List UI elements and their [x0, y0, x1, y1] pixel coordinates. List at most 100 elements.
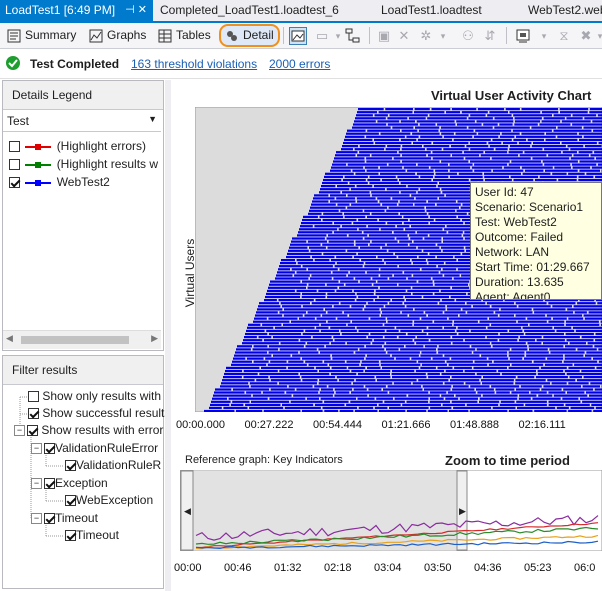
activity-bar — [454, 320, 478, 323]
checkbox[interactable] — [9, 159, 20, 171]
excel-icon[interactable]: ✖ — [579, 29, 593, 43]
delete-icon[interactable]: ✕ — [397, 29, 411, 43]
tab-webtest2[interactable]: WebTest2.web — [528, 0, 602, 21]
checkbox[interactable] — [27, 425, 38, 437]
activity-bar — [517, 320, 547, 323]
activity-bar — [409, 218, 434, 222]
activity-bar — [212, 397, 227, 400]
activity-bar — [327, 320, 351, 323]
filter-tree-button[interactable] — [345, 28, 361, 47]
detail-button[interactable]: Detail — [219, 24, 280, 47]
checkbox[interactable] — [44, 513, 55, 525]
legend-group-dropdown[interactable]: Test ▼ — [3, 111, 161, 132]
collapse-icon[interactable]: − — [14, 425, 25, 437]
activity-bar — [424, 345, 438, 348]
checkbox[interactable] — [9, 141, 20, 153]
checkbox[interactable] — [65, 460, 76, 472]
filter-item[interactable]: − Show results with error — [14, 422, 163, 439]
filter-item[interactable]: Show only results with — [28, 388, 161, 405]
activity-bar — [389, 277, 407, 280]
activity-bar — [302, 218, 321, 222]
compare-icon[interactable]: ⧖ — [557, 29, 571, 43]
pin-icon[interactable]: ⊣ ✕ — [125, 0, 147, 21]
checkbox[interactable] — [28, 391, 39, 403]
report-button[interactable] — [516, 28, 532, 47]
tables-button[interactable]: Tables — [158, 23, 211, 48]
activity-bar — [468, 117, 493, 120]
activity-bar — [253, 360, 269, 363]
checkbox[interactable] — [28, 408, 39, 420]
activity-bar — [325, 308, 363, 311]
horizontal-scrollbar[interactable]: ◀ ▶ — [3, 330, 161, 349]
activity-bar — [470, 114, 486, 117]
filter-item[interactable]: − Timeout — [31, 510, 98, 527]
dropdown-arrow-icon[interactable]: ▾ — [436, 29, 450, 43]
activity-bar — [556, 406, 569, 410]
filter-item[interactable]: ValidationRuleR — [65, 457, 161, 474]
summary-button[interactable]: Summary — [7, 23, 76, 48]
activity-bar — [387, 351, 420, 354]
activity-bar — [349, 181, 368, 185]
checkbox[interactable] — [44, 478, 55, 490]
activity-bar — [443, 237, 464, 240]
dropdown-arrow-icon[interactable]: ▾ — [331, 29, 345, 43]
scroll-thumb[interactable] — [21, 336, 129, 344]
activity-bar — [367, 129, 400, 132]
tab-loadtest-run[interactable]: LoadTest1 [6:49 PM] ⊣ ✕ — [0, 0, 153, 21]
legend-item[interactable]: (Highlight errors) — [9, 137, 146, 155]
tab-completed-loadtest[interactable]: Completed_LoadTest1.loadtest_6 — [160, 0, 339, 21]
baseline-icon[interactable]: ⇵ — [483, 29, 497, 43]
activity-bar — [415, 126, 440, 129]
chart-image-button[interactable] — [289, 27, 307, 45]
activity-bar — [232, 400, 250, 403]
activity-bar — [597, 114, 602, 117]
errors-link[interactable]: 2000 errors — [269, 57, 330, 71]
activity-bar — [262, 391, 285, 394]
activity-bar — [354, 120, 376, 123]
activity-bar — [243, 376, 269, 379]
filter-item[interactable]: WebException — [65, 492, 153, 509]
threshold-violations-link[interactable]: 163 threshold violations — [131, 57, 257, 71]
checkbox[interactable] — [9, 177, 20, 189]
filter-item[interactable]: Timeout — [65, 527, 119, 544]
scroll-right-icon[interactable]: ▶ — [151, 333, 158, 344]
export-icon[interactable]: ▣ — [377, 29, 391, 43]
checkbox[interactable] — [65, 530, 76, 542]
filter-item[interactable]: − Exception — [31, 475, 108, 492]
activity-bar — [256, 311, 278, 314]
activity-bar — [543, 342, 568, 345]
graphs-button[interactable]: Graphs — [89, 23, 146, 48]
collapse-icon[interactable]: − — [31, 478, 42, 490]
activity-bar — [419, 123, 436, 126]
scroll-left-icon[interactable]: ◀ — [6, 333, 13, 344]
legend-toggle-icon[interactable]: ▭ — [315, 29, 329, 43]
activity-bar — [552, 317, 567, 320]
activity-bar — [577, 302, 596, 305]
activity-bar — [444, 354, 480, 357]
legend-item[interactable]: (Highlight results w — [9, 155, 158, 173]
dropdown-arrow-icon[interactable]: ▾ — [537, 29, 551, 43]
checkbox[interactable] — [65, 495, 76, 507]
activity-bar — [389, 391, 429, 394]
panel-splitter[interactable] — [165, 80, 171, 591]
tab-loadtest1[interactable]: LoadTest1.loadtest — [381, 0, 482, 21]
activity-bar — [365, 305, 384, 308]
activity-bar — [373, 283, 397, 286]
activity-bar — [477, 391, 495, 394]
dropdown-arrow-icon[interactable]: ▾ — [593, 29, 602, 43]
collapse-icon[interactable]: − — [31, 513, 42, 525]
legend-item[interactable]: WebTest2 — [9, 173, 110, 191]
activity-bar — [231, 363, 267, 366]
filter-item[interactable]: − ValidationRuleError — [31, 440, 158, 457]
activity-bar — [344, 215, 366, 219]
activity-bar — [578, 151, 593, 154]
activity-bar — [365, 262, 385, 265]
checkbox[interactable] — [44, 443, 55, 455]
filter-item[interactable]: Show successful results — [28, 405, 170, 422]
reference-graph[interactable]: ◀ ▶ — [180, 470, 602, 551]
activity-bar — [269, 376, 300, 379]
analyze-icon[interactable]: ⚇ — [461, 29, 475, 43]
settings-gear-icon[interactable]: ✲ — [419, 29, 433, 43]
legend-label: (Highlight results w — [56, 157, 159, 171]
collapse-icon[interactable]: − — [31, 443, 42, 455]
